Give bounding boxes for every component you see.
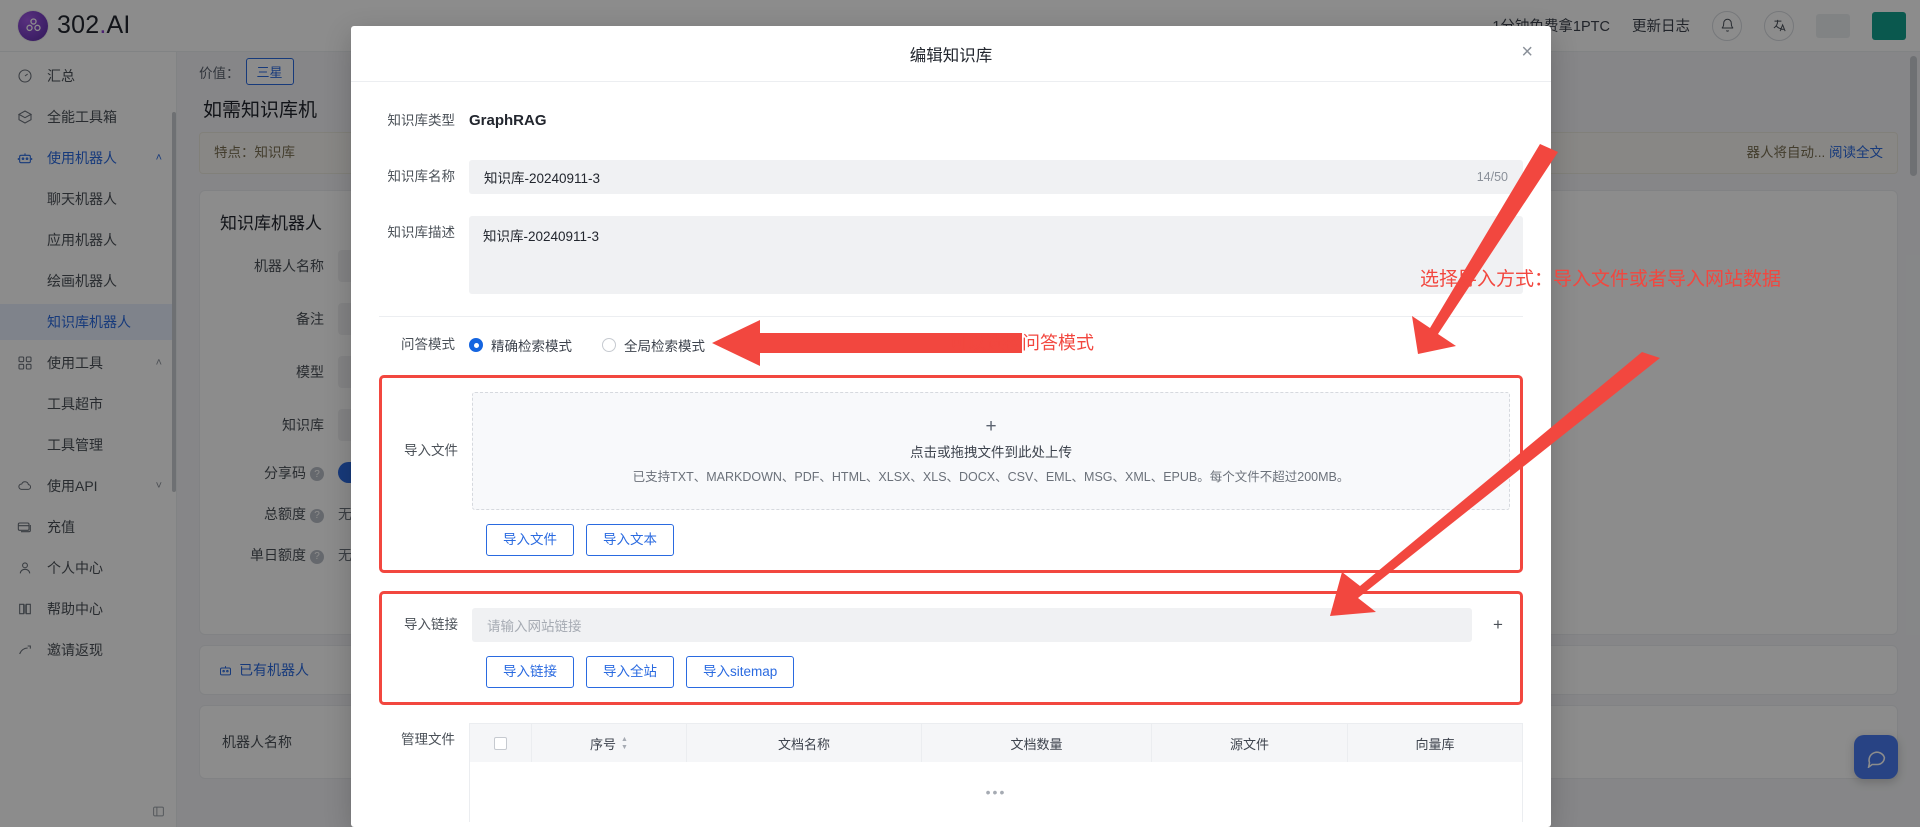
radio-label: 全局检索模式: [624, 339, 705, 354]
table-header-doc-count: 文档数量: [922, 724, 1152, 763]
close-icon[interactable]: ×: [1521, 42, 1533, 62]
import-text-button[interactable]: 导入文本: [586, 524, 674, 557]
modal-body: 知识库类型 GraphRAG 知识库名称 知识库-20240911-3 14/5…: [351, 82, 1551, 827]
drop-zone-formats-text: 已支持TXT、MARKDOWN、PDF、HTML、XLSX、XLS、DOCX、C…: [632, 470, 1350, 484]
table-header-doc-name: 文档名称: [687, 724, 922, 763]
import-file-label: 导入文件: [404, 443, 458, 458]
radio-dot-icon: [602, 338, 616, 352]
row-kb-name: 知识库名称 知识库-20240911-3 14/50: [379, 160, 1523, 194]
link-input[interactable]: 请输入网站链接: [472, 608, 1472, 643]
import-file-highlight-box: 导入文件 + 点击或拖拽文件到此处上传 已支持TXT、MARKDOWN、PDF、…: [379, 375, 1523, 574]
row-kb-desc: 知识库描述 知识库-20240911-3: [379, 216, 1523, 294]
row-qa-mode: 问答模式 精确检索模式 全局检索模式: [379, 335, 1523, 355]
table-header-label: 向量库: [1415, 736, 1455, 752]
import-link-button[interactable]: 导入链接: [486, 656, 574, 689]
table-header-select-all[interactable]: [470, 724, 532, 763]
manage-files-label: 管理文件: [401, 732, 455, 748]
plus-icon[interactable]: +: [1486, 613, 1510, 637]
kb-name-counter: 14/50: [1476, 170, 1508, 184]
import-whole-site-button[interactable]: 导入全站: [586, 656, 674, 689]
import-link-highlight-box: 导入链接 请输入网站链接 + 导入链接 导入全站 导入sitemap: [379, 591, 1523, 706]
table-header-index[interactable]: 序号 ▲ ▼: [532, 724, 687, 763]
link-import-buttons: 导入链接 导入全站 导入sitemap: [486, 656, 1510, 689]
files-table: 序号 ▲ ▼ 文档名称 文档数量 源文件 向量库 •••: [469, 723, 1523, 823]
kb-desc-textarea[interactable]: 知识库-20240911-3: [469, 216, 1523, 294]
import-link-label: 导入链接: [404, 617, 458, 633]
modal-title: 编辑知识库: [909, 46, 993, 65]
radio-dot-icon: [469, 338, 483, 352]
link-input-placeholder: 请输入网站链接: [487, 619, 582, 635]
table-header-label: 源文件: [1229, 736, 1269, 752]
edit-knowledge-base-modal: 编辑知识库 × 知识库类型 GraphRAG 知识库名称 知识库-2024091…: [351, 26, 1551, 827]
import-sitemap-button[interactable]: 导入sitemap: [686, 656, 795, 689]
kb-type-value: GraphRAG: [469, 112, 547, 129]
table-header-vector-store: 向量库: [1348, 724, 1522, 762]
file-drop-zone[interactable]: + 点击或拖拽文件到此处上传 已支持TXT、MARKDOWN、PDF、HTML、…: [472, 392, 1510, 510]
table-header-label: 序号: [590, 736, 617, 752]
kb-name-label: 知识库名称: [387, 169, 456, 184]
import-file-button[interactable]: 导入文件: [486, 524, 574, 557]
qa-mode-label: 问答模式: [401, 337, 455, 352]
loading-indicator: •••: [985, 784, 1007, 801]
sort-icon[interactable]: ▲ ▼: [621, 736, 628, 751]
table-header-label: 文档数量: [1010, 736, 1063, 752]
table-header-row: 序号 ▲ ▼ 文档名称 文档数量 源文件 向量库: [470, 724, 1522, 763]
drop-zone-main-text: 点击或拖拽文件到此处上传: [910, 445, 1072, 460]
modal-header: 编辑知识库 ×: [351, 26, 1551, 82]
table-body-loading: •••: [470, 762, 1522, 822]
kb-desc-label: 知识库描述: [387, 225, 456, 240]
modal-divider: [379, 316, 1523, 317]
qa-mode-radio-group: 精确检索模式 全局检索模式: [469, 335, 705, 355]
kb-type-label: 知识库类型: [387, 113, 456, 128]
table-header-label: 文档名称: [777, 736, 830, 752]
radio-global-search[interactable]: 全局检索模式: [602, 335, 705, 355]
row-kb-type: 知识库类型 GraphRAG: [379, 104, 1523, 138]
row-manage-files: 管理文件 序号 ▲ ▼ 文档名称 文档数量 源文件 向量库 •••: [379, 723, 1523, 823]
plus-icon: +: [985, 416, 997, 437]
checkbox-icon[interactable]: [494, 736, 507, 750]
kb-name-value: 知识库-20240911-3: [484, 171, 601, 186]
radio-label: 精确检索模式: [491, 339, 572, 354]
file-import-buttons: 导入文件 导入文本: [486, 524, 1510, 557]
kb-name-input[interactable]: 知识库-20240911-3 14/50: [469, 160, 1523, 194]
table-header-source-file: 源文件: [1152, 724, 1348, 763]
app-root: 302.AI 1分钟免费拿1PTC 更新日志 汇总 全能工具箱 使用机器人 ˄ …: [0, 0, 1920, 827]
radio-precise-search[interactable]: 精确检索模式: [469, 335, 572, 355]
